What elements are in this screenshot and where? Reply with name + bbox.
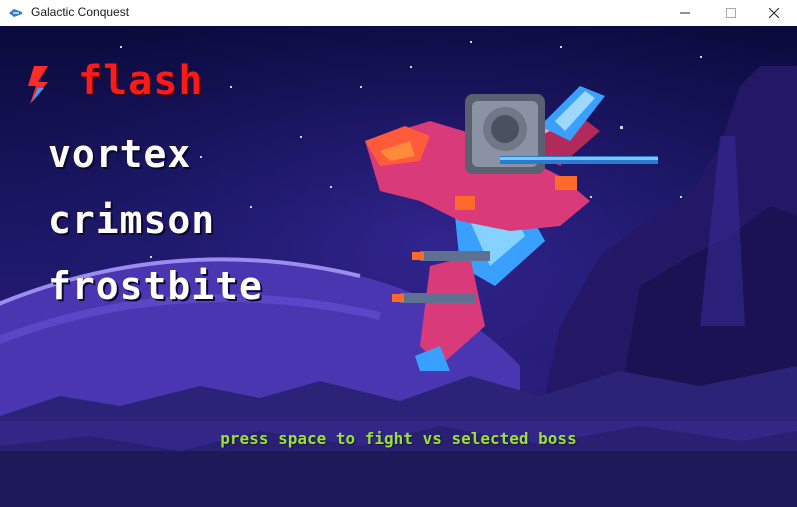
maximize-button[interactable] <box>708 0 754 26</box>
title-bar: Galactic Conquest <box>0 0 797 26</box>
game-window: Galactic Conquest flash vortex crimson f… <box>0 0 797 507</box>
maximize-icon <box>726 8 736 18</box>
window-title: Galactic Conquest <box>31 5 130 19</box>
spaceship-icon <box>9 9 22 17</box>
minimize-icon <box>680 12 690 14</box>
boss-option-vortex[interactable]: VORTEX <box>48 132 191 176</box>
game-canvas[interactable]: FLASH VORTEX CRIMSON FROSTBITE PRESS SPA… <box>0 26 797 507</box>
boss-option-frostbite[interactable]: FROSTBITE <box>48 264 263 308</box>
boss-option-crimson[interactable]: CRIMSON <box>48 198 215 242</box>
close-icon <box>769 8 779 18</box>
lightning-bolt-icon <box>28 66 48 104</box>
boss-option-flash[interactable]: FLASH <box>78 58 203 104</box>
close-button[interactable] <box>751 0 797 26</box>
start-prompt: PRESS SPACE TO FIGHT VS SELECTED BOSS <box>220 429 577 448</box>
minimize-button[interactable] <box>662 0 708 26</box>
